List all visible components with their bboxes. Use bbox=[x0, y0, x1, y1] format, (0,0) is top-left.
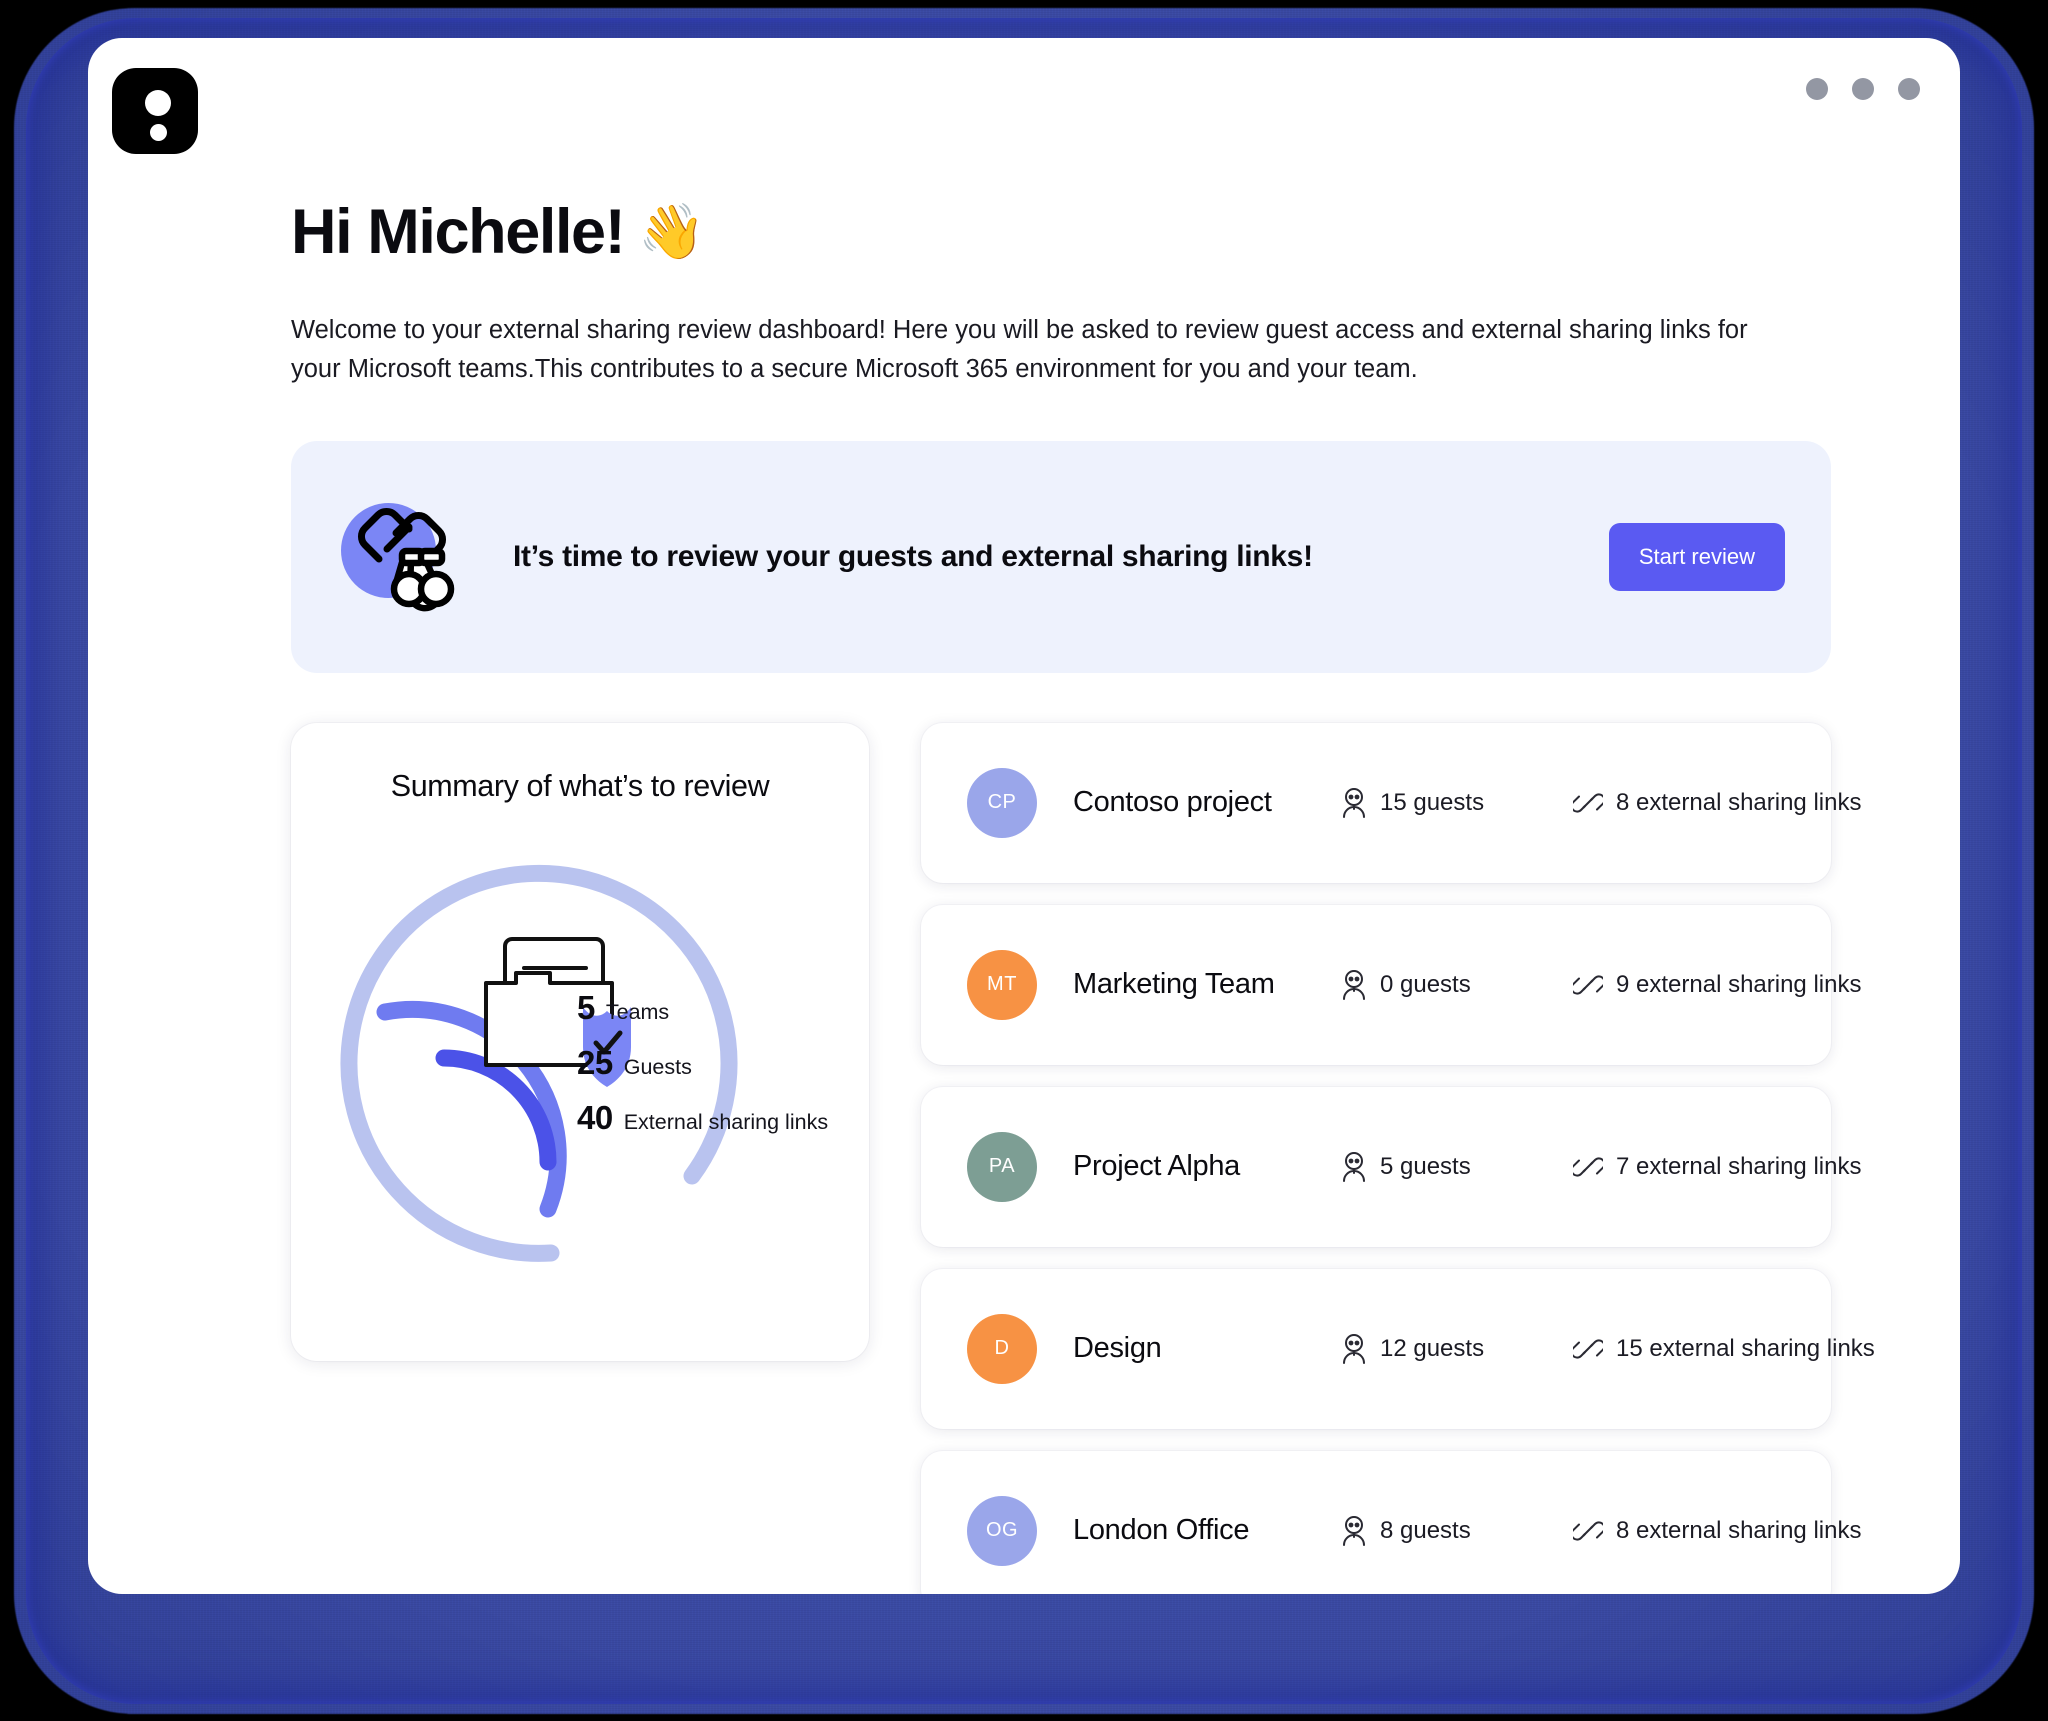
logo-dot-small bbox=[150, 124, 167, 141]
avatar-mt: MT bbox=[967, 949, 1037, 1020]
team-row-1[interactable]: MT Marketing Team 0 guests 9 external sh… bbox=[921, 904, 1861, 1065]
links-count-label: 15 external sharing links bbox=[1616, 1334, 1875, 1362]
team-name: Project Alpha bbox=[1073, 1150, 1240, 1183]
window-dot-2[interactable] bbox=[1852, 78, 1874, 100]
dashboard-lower-section: Summary of what’s to review 5 Teams 25 G… bbox=[291, 722, 1875, 1594]
guest-person-icon bbox=[1343, 787, 1365, 818]
team-name: Marketing Team bbox=[1073, 968, 1275, 1001]
chain-link-icon bbox=[1573, 975, 1603, 995]
guests-count-label: 8 guests bbox=[1380, 1516, 1471, 1544]
page-title: Hi Michelle! 👋 bbox=[291, 197, 1831, 267]
guest-person-icon bbox=[1343, 969, 1365, 1000]
app-logo-icon[interactable] bbox=[112, 68, 198, 154]
legend-item: 5 Teams bbox=[577, 989, 867, 1044]
guests-count-label: 5 guests bbox=[1380, 1152, 1471, 1180]
legend-label: Guests bbox=[623, 1054, 692, 1079]
screenshot-root: Hi Michelle! 👋 Welcome to your external … bbox=[0, 0, 2048, 1721]
team-row-4[interactable]: OG London Office 8 guests 8 external sha… bbox=[921, 1450, 1861, 1594]
guests-count-label: 15 guests bbox=[1380, 788, 1485, 816]
link-binoculars-icon bbox=[339, 497, 471, 617]
legend-item: 40 External sharing links bbox=[577, 1099, 867, 1154]
window-dot-3[interactable] bbox=[1898, 78, 1920, 100]
team-row-0[interactable]: CP Contoso project 15 guests 8 external … bbox=[921, 722, 1861, 883]
summary-card: Summary of what’s to review 5 Teams 25 G… bbox=[291, 722, 869, 1361]
guest-person-icon bbox=[1343, 1515, 1365, 1546]
guests-count-label: 12 guests bbox=[1380, 1334, 1485, 1362]
chain-link-icon bbox=[1573, 1521, 1603, 1541]
app-window: Hi Michelle! 👋 Welcome to your external … bbox=[88, 38, 1960, 1594]
team-row-2[interactable]: PA Project Alpha 5 guests 7 external sha… bbox=[921, 1086, 1861, 1247]
logo-dot-large bbox=[145, 90, 171, 116]
guests-count-label: 0 guests bbox=[1380, 970, 1471, 998]
avatar-cp: CP bbox=[967, 767, 1037, 838]
team-links-metric: 15 external sharing links bbox=[1573, 1334, 1875, 1364]
intro-paragraph: Welcome to your external sharing review … bbox=[291, 316, 1748, 384]
start-review-button[interactable]: Start review bbox=[1608, 522, 1785, 591]
links-count-label: 8 external sharing links bbox=[1616, 1516, 1862, 1544]
window-controls[interactable] bbox=[1806, 78, 1920, 100]
team-guests-metric: 12 guests bbox=[1341, 1333, 1573, 1364]
legend-label: Teams bbox=[605, 999, 670, 1024]
team-name: London Office bbox=[1073, 1514, 1250, 1547]
guest-person-icon bbox=[1343, 1151, 1365, 1182]
links-count-label: 8 external sharing links bbox=[1616, 788, 1862, 816]
team-links-metric: 7 external sharing links bbox=[1573, 1152, 1861, 1182]
links-count-label: 9 external sharing links bbox=[1616, 970, 1862, 998]
chain-link-icon bbox=[1573, 1157, 1603, 1177]
legend-item: 25 Guests bbox=[577, 1044, 867, 1099]
links-count-label: 7 external sharing links bbox=[1616, 1152, 1862, 1180]
banner-title: It’s time to review your guests and exte… bbox=[513, 539, 1313, 573]
chain-link-icon bbox=[1573, 793, 1603, 813]
greeting-text: Hi Michelle! bbox=[291, 197, 626, 267]
main-content: Hi Michelle! 👋 Welcome to your external … bbox=[291, 197, 1875, 1594]
legend-label: External sharing links bbox=[623, 1109, 829, 1134]
legend-value: 25 bbox=[577, 1043, 613, 1081]
team-name: Design bbox=[1073, 1332, 1162, 1365]
avatar-pa: PA bbox=[967, 1131, 1037, 1202]
summary-legend: 5 Teams 25 Guests 40 External sharing li… bbox=[577, 989, 867, 1154]
avatar-og: OG bbox=[967, 1495, 1037, 1566]
team-guests-metric: 0 guests bbox=[1341, 969, 1573, 1000]
team-guests-metric: 5 guests bbox=[1341, 1151, 1573, 1182]
legend-value: 5 bbox=[577, 988, 595, 1026]
avatar-d: D bbox=[967, 1313, 1037, 1384]
team-links-metric: 9 external sharing links bbox=[1573, 970, 1861, 1000]
team-links-metric: 8 external sharing links bbox=[1573, 788, 1861, 818]
team-guests-metric: 8 guests bbox=[1341, 1515, 1573, 1546]
legend-value: 40 bbox=[577, 1098, 613, 1136]
window-dot-1[interactable] bbox=[1806, 78, 1828, 100]
team-guests-metric: 15 guests bbox=[1341, 787, 1573, 818]
team-name: Contoso project bbox=[1073, 786, 1272, 819]
chain-link-icon bbox=[1573, 1339, 1603, 1359]
team-links-metric: 8 external sharing links bbox=[1573, 1516, 1861, 1546]
review-callout-banner: It’s time to review your guests and exte… bbox=[291, 440, 1831, 673]
teams-list: CP Contoso project 15 guests 8 external … bbox=[921, 722, 1875, 1594]
summary-card-title: Summary of what’s to review bbox=[390, 768, 770, 803]
guest-person-icon bbox=[1343, 1333, 1365, 1364]
waving-hand-icon: 👋 bbox=[638, 201, 705, 262]
team-row-3[interactable]: D Design 12 guests 15 external sharing l… bbox=[921, 1268, 1875, 1429]
